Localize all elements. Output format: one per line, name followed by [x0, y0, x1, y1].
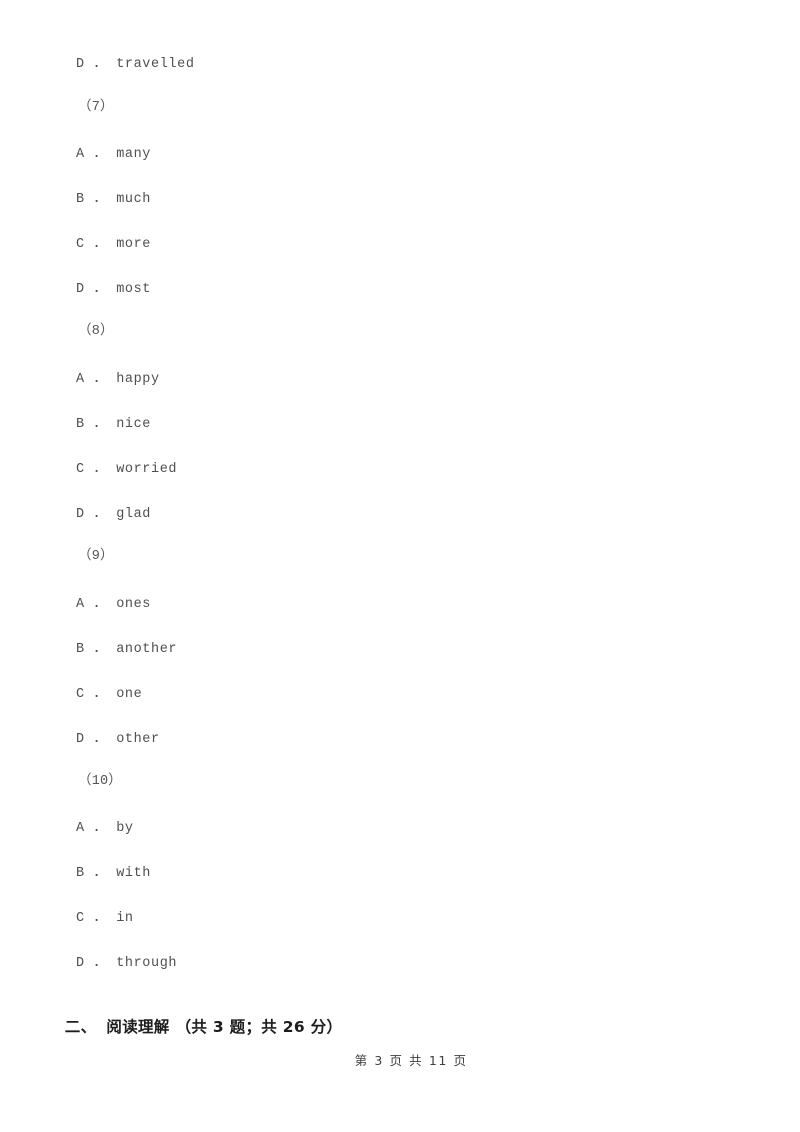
option-b: B ． nice [76, 417, 152, 432]
option-a: A ． many [76, 147, 152, 162]
option-c: C ． more [76, 237, 152, 252]
option-c: C ． worried [76, 462, 178, 477]
question-number: （7） [78, 100, 114, 115]
section-index: 二、 [64, 1018, 97, 1037]
section-meta: （共 3 题；共 26 分） [175, 1018, 343, 1037]
page-footer-text: 第 3 页 共 11 页 [354, 1053, 468, 1068]
option-d: D ． glad [76, 507, 152, 522]
option-a: A ． by [76, 821, 134, 836]
option-c: C ． in [76, 911, 134, 926]
document-page: D ． travelled （7） A ． many B ． much C ． more… [0, 0, 800, 1132]
question-number: （9） [78, 549, 114, 564]
option-d: D ． through [76, 956, 178, 971]
option-d: D ． other [76, 732, 160, 747]
option-a: A ． ones [76, 597, 152, 612]
question-number: （8） [78, 324, 114, 339]
option-b: B ． another [76, 642, 178, 657]
page-footer: 第 3 页 共 11 页 [0, 1035, 800, 1084]
option-c: C ． one [76, 687, 143, 702]
option-b: B ． with [76, 866, 152, 881]
option-d: D ． most [76, 282, 152, 297]
option-a: A ． happy [76, 372, 160, 387]
option-d: D ． travelled [76, 57, 195, 72]
section-title: 阅读理解 [106, 1018, 170, 1037]
option-b: B ． much [76, 192, 152, 207]
question-number: （10） [78, 774, 123, 789]
